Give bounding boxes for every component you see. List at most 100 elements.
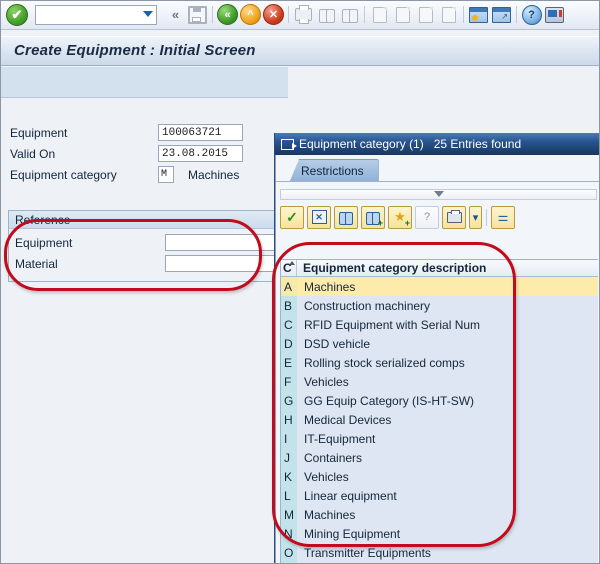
reference-group-title: Reference — [9, 211, 287, 229]
list-item[interactable]: KVehicles — [281, 467, 598, 486]
toolbar-separator — [288, 6, 289, 23]
find-icon[interactable] — [316, 4, 337, 25]
list-item[interactable]: OTransmitter Equipments — [281, 543, 598, 562]
application-toolbar: ✔ « « ^ ✕ ↗ ? — [0, 0, 600, 30]
dialog-title-bar: Equipment category (1) 25 Entries found — [275, 133, 600, 155]
find-next-icon[interactable]: + — [361, 206, 385, 229]
find-icon[interactable] — [334, 206, 358, 229]
list-item-key: L — [281, 486, 297, 505]
list-item[interactable]: DDSD vehicle — [281, 334, 598, 353]
list-item[interactable]: LLinear equipment — [281, 486, 598, 505]
dialog-toolbar: ✓ ✕ + ★+ ? ▾ ⚌ — [280, 205, 597, 229]
list-item-key: D — [281, 334, 297, 353]
tab-restrictions-label: Restrictions — [301, 164, 364, 178]
toolbar-separator — [364, 6, 365, 23]
green-check-icon[interactable]: ✔ — [6, 4, 28, 26]
list-item-key: G — [281, 391, 297, 410]
dialog-window-icon — [281, 139, 294, 150]
dialog-tabstrip: Restrictions — [276, 159, 600, 182]
list-item-description: GG Equip Category (IS-HT-SW) — [297, 391, 598, 410]
list-item-description: Vehicles — [297, 372, 598, 391]
first-page-icon[interactable] — [369, 4, 390, 25]
list-item-description: Vehicles — [297, 467, 598, 486]
list-item[interactable]: CRFID Equipment with Serial Num — [281, 315, 598, 334]
list-item[interactable]: MMachines — [281, 505, 598, 524]
list-item[interactable]: JContainers — [281, 448, 598, 467]
reference-material-input[interactable] — [165, 255, 275, 272]
new-session-icon[interactable] — [468, 4, 489, 25]
back-green-icon[interactable]: « — [217, 4, 238, 25]
customize-layout-icon[interactable] — [544, 4, 565, 25]
dialog-splitter-handle[interactable] — [280, 189, 597, 200]
list-item-description: Mining Equipment — [297, 524, 598, 543]
list-item[interactable]: AMachines — [281, 277, 598, 296]
reference-group-box: Reference Equipment Material — [8, 210, 288, 282]
find-next-icon[interactable] — [339, 4, 360, 25]
page-title: Create Equipment : Initial Screen — [14, 42, 256, 59]
initial-screen-body: Equipment 100063721 Valid On 23.08.2015 … — [0, 98, 288, 564]
copy-confirm-icon[interactable]: ✓ — [280, 206, 304, 229]
column-header-key[interactable]: C — [281, 260, 297, 276]
toolbar-separator — [516, 6, 517, 23]
list-item[interactable]: HMedical Devices — [281, 410, 598, 429]
toolbar-separator — [463, 6, 464, 23]
reference-equipment-input[interactable] — [165, 234, 275, 251]
list-item-key: J — [281, 448, 297, 467]
equipment-label: Equipment — [8, 126, 158, 140]
list-item-description: Medical Devices — [297, 410, 598, 429]
command-input[interactable] — [36, 6, 137, 24]
command-field[interactable] — [35, 5, 157, 25]
exit-up-icon[interactable]: ^ — [240, 4, 261, 25]
save-icon[interactable] — [187, 4, 208, 25]
cancel-red-icon[interactable]: ✕ — [263, 4, 284, 25]
list-item[interactable]: GGG Equip Category (IS-HT-SW) — [281, 391, 598, 410]
equipment-input[interactable]: 100063721 — [158, 124, 243, 141]
cancel-icon[interactable]: ✕ — [307, 206, 331, 229]
help-icon[interactable]: ? — [521, 4, 542, 25]
dialog-entries-count: 25 Entries found — [434, 137, 521, 151]
list-header-row: C Equipment category description — [281, 260, 598, 277]
chevron-down-icon[interactable] — [143, 11, 153, 17]
list-item-key: E — [281, 353, 297, 372]
list-item-key: B — [281, 296, 297, 315]
equipment-category-description: Machines — [188, 168, 239, 182]
list-item-description: Rolling stock serialized comps — [297, 353, 598, 372]
list-item[interactable]: IIT-Equipment — [281, 429, 598, 448]
filter-icon[interactable]: ⚌ — [491, 206, 515, 229]
previous-page-icon[interactable] — [392, 4, 413, 25]
list-item[interactable]: ERolling stock serialized comps — [281, 353, 598, 372]
back-chevron-icon[interactable]: « — [164, 4, 185, 25]
list-item[interactable]: NMining Equipment — [281, 524, 598, 543]
add-favorite-icon[interactable]: ★+ — [388, 206, 412, 229]
list-item-description: Machines — [297, 277, 598, 296]
equipment-category-input[interactable]: M — [158, 166, 174, 183]
list-item-description: Transmitter Equipments — [297, 543, 598, 562]
valid-on-input[interactable]: 23.08.2015 — [158, 145, 243, 162]
list-item-description: RFID Equipment with Serial Num — [297, 315, 598, 334]
last-page-icon[interactable] — [438, 4, 459, 25]
print-menu-icon[interactable]: ▾ — [469, 206, 482, 229]
list-item-key: N — [281, 524, 297, 543]
reference-row-material: Material — [15, 253, 287, 274]
create-shortcut-icon[interactable]: ↗ — [491, 4, 512, 25]
tab-restrictions[interactable]: Restrictions — [290, 159, 379, 181]
list-item-key: I — [281, 429, 297, 448]
screen-header-strip — [0, 67, 288, 98]
list-item-key: A — [281, 277, 297, 296]
list-item-description: DSD vehicle — [297, 334, 598, 353]
column-header-description[interactable]: Equipment category description — [297, 261, 486, 275]
print-icon[interactable] — [293, 4, 314, 25]
dialog-toolbar-separator — [486, 209, 487, 226]
field-row-valid-on: Valid On 23.08.2015 — [8, 143, 280, 164]
list-item[interactable]: BConstruction machinery — [281, 296, 598, 315]
list-item-description: IT-Equipment — [297, 429, 598, 448]
personal-value-list-icon[interactable]: ? — [415, 206, 439, 229]
toolbar-separator — [212, 6, 213, 23]
next-page-icon[interactable] — [415, 4, 436, 25]
equipment-category-label: Equipment category — [8, 168, 158, 182]
dialog-body: Restrictions ✓ ✕ + ★+ ? ▾ ⚌ — [275, 155, 600, 564]
print-icon[interactable] — [442, 206, 466, 229]
list-item-key: F — [281, 372, 297, 391]
list-rows: AMachinesBConstruction machineryCRFID Eq… — [281, 277, 598, 564]
list-item[interactable]: FVehicles — [281, 372, 598, 391]
